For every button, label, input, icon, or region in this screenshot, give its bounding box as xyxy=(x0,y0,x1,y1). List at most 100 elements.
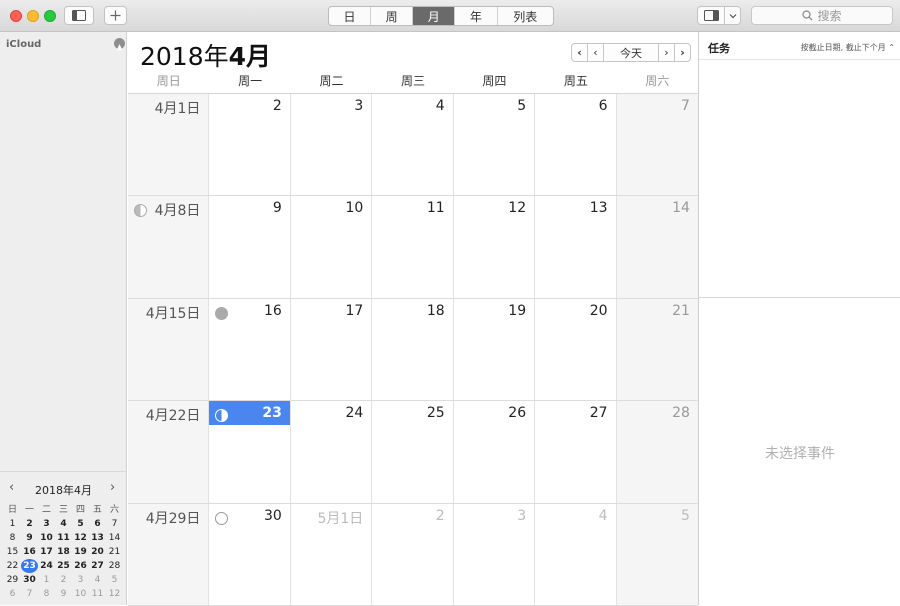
tab-week[interactable]: 周 xyxy=(371,7,414,25)
mini-day[interactable]: 1 xyxy=(4,517,21,531)
day-cell[interactable]: 9 xyxy=(209,196,291,298)
mini-day[interactable]: 5 xyxy=(106,573,123,587)
day-cell[interactable]: 6 xyxy=(535,94,617,196)
tasks-sort-menu[interactable]: 按截止日期, 截止下个月 ⌃ xyxy=(801,42,895,53)
mini-day[interactable]: 24 xyxy=(38,559,55,573)
day-cell[interactable]: 28 xyxy=(616,401,698,503)
mini-calendar: ‹ 2018年4月 › 日一二三四五六 1 2 3 4 5 6 7 8 9 10 11 12 13 14 15… xyxy=(0,471,127,605)
day-cell[interactable]: 30 xyxy=(209,503,291,605)
toggle-inspector-button[interactable] xyxy=(697,6,725,25)
day-cell[interactable]: 4 xyxy=(535,503,617,605)
mini-day[interactable]: 19 xyxy=(72,545,89,559)
day-cell[interactable]: 7 xyxy=(616,94,698,196)
mini-day[interactable]: 14 xyxy=(106,531,123,545)
minimize-window-button[interactable] xyxy=(27,10,39,22)
day-cell[interactable]: 5月1日 xyxy=(291,503,373,605)
mini-day[interactable]: 27 xyxy=(89,559,106,573)
prev-month-button[interactable]: ‹ xyxy=(587,43,604,62)
tab-year[interactable]: 年 xyxy=(455,7,498,25)
mini-day[interactable]: 2 xyxy=(55,573,72,587)
day-cell[interactable]: 2 xyxy=(372,503,454,605)
mini-day[interactable]: 10 xyxy=(72,587,89,601)
mini-day[interactable]: 3 xyxy=(72,573,89,587)
day-cell[interactable]: 10 xyxy=(291,196,373,298)
day-cell[interactable]: 18 xyxy=(372,298,454,401)
day-cell[interactable]: 4月22日 xyxy=(128,401,210,503)
day-cell[interactable]: 12 xyxy=(454,196,536,298)
mini-day[interactable]: 12 xyxy=(106,587,123,601)
mini-day[interactable]: 7 xyxy=(21,587,38,601)
mini-day[interactable]: 7 xyxy=(106,517,123,531)
mini-day[interactable]: 3 xyxy=(38,517,55,531)
chevron-down-icon xyxy=(729,13,736,18)
mini-day[interactable]: 6 xyxy=(89,517,106,531)
day-cell[interactable]: 3 xyxy=(454,503,536,605)
mini-day[interactable]: 16 xyxy=(21,545,38,559)
day-cell[interactable]: 11 xyxy=(372,196,454,298)
day-cell[interactable]: 4月1日 xyxy=(128,94,210,196)
next-year-button[interactable]: › xyxy=(674,43,691,62)
mini-day[interactable]: 23 xyxy=(21,559,38,573)
account-status-icon[interactable] xyxy=(114,38,125,51)
today-button[interactable]: 今天 xyxy=(603,43,659,62)
mini-day[interactable]: 25 xyxy=(55,559,72,573)
next-month-button[interactable]: › xyxy=(658,43,675,62)
day-cell[interactable]: 4月29日 xyxy=(128,503,210,605)
mini-day[interactable]: 20 xyxy=(89,545,106,559)
zoom-window-button[interactable] xyxy=(44,10,56,22)
mini-day[interactable]: 4 xyxy=(55,517,72,531)
day-cell[interactable]: 4月8日 xyxy=(128,196,210,298)
day-cell[interactable]: 17 xyxy=(291,298,373,401)
inspector-menu-button[interactable] xyxy=(724,6,741,25)
day-cell[interactable]: 5 xyxy=(616,503,698,605)
mini-day[interactable]: 2 xyxy=(21,517,38,531)
mini-day[interactable]: 17 xyxy=(38,545,55,559)
day-cell[interactable]: 13 xyxy=(535,196,617,298)
day-cell[interactable]: 24 xyxy=(291,401,373,503)
mini-day[interactable]: 5 xyxy=(72,517,89,531)
day-cell[interactable]: 16 xyxy=(209,298,291,401)
mini-day[interactable]: 12 xyxy=(72,531,89,545)
mini-day[interactable]: 11 xyxy=(55,531,72,545)
day-cell[interactable]: 25 xyxy=(372,401,454,503)
tab-day[interactable]: 日 xyxy=(329,7,372,25)
day-cell[interactable]: 26 xyxy=(454,401,536,503)
mini-day[interactable]: 8 xyxy=(38,587,55,601)
mini-day[interactable]: 18 xyxy=(55,545,72,559)
mini-next-month-button[interactable]: › xyxy=(110,480,115,495)
mini-day[interactable]: 22 xyxy=(4,559,21,573)
day-cell[interactable]: 3 xyxy=(291,94,373,196)
mini-day[interactable]: 30 xyxy=(21,573,38,587)
day-cell[interactable]: 27 xyxy=(535,401,617,503)
mini-day[interactable]: 1 xyxy=(38,573,55,587)
mini-day[interactable]: 29 xyxy=(4,573,21,587)
tab-list[interactable]: 列表 xyxy=(498,7,554,25)
mini-day[interactable]: 9 xyxy=(21,531,38,545)
mini-day[interactable]: 8 xyxy=(4,531,21,545)
prev-year-button[interactable]: ‹ xyxy=(571,43,588,62)
day-cell[interactable]: 2 xyxy=(209,94,291,196)
day-cell[interactable]: 20 xyxy=(535,298,617,401)
add-event-button[interactable] xyxy=(104,6,127,25)
mini-day[interactable]: 15 xyxy=(4,545,21,559)
mini-day[interactable]: 10 xyxy=(38,531,55,545)
day-cell[interactable]: 19 xyxy=(454,298,536,401)
mini-day[interactable]: 26 xyxy=(72,559,89,573)
search-field[interactable]: 搜索 xyxy=(751,6,893,25)
mini-day[interactable]: 28 xyxy=(106,559,123,573)
mini-day[interactable]: 4 xyxy=(89,573,106,587)
close-window-button[interactable] xyxy=(10,10,22,22)
mini-day[interactable]: 13 xyxy=(89,531,106,545)
toggle-sidebar-button[interactable] xyxy=(64,6,94,25)
day-cell[interactable]: 4月15日 xyxy=(128,298,210,401)
day-cell[interactable]: 5 xyxy=(454,94,536,196)
mini-day[interactable]: 9 xyxy=(55,587,72,601)
day-cell[interactable]: 21 xyxy=(616,298,698,401)
mini-day[interactable]: 6 xyxy=(4,587,21,601)
day-cell[interactable]: 23 xyxy=(209,401,291,503)
day-cell[interactable]: 14 xyxy=(616,196,698,298)
mini-day[interactable]: 11 xyxy=(89,587,106,601)
mini-day[interactable]: 21 xyxy=(106,545,123,559)
day-cell[interactable]: 4 xyxy=(372,94,454,196)
tab-month[interactable]: 月 xyxy=(413,7,456,25)
